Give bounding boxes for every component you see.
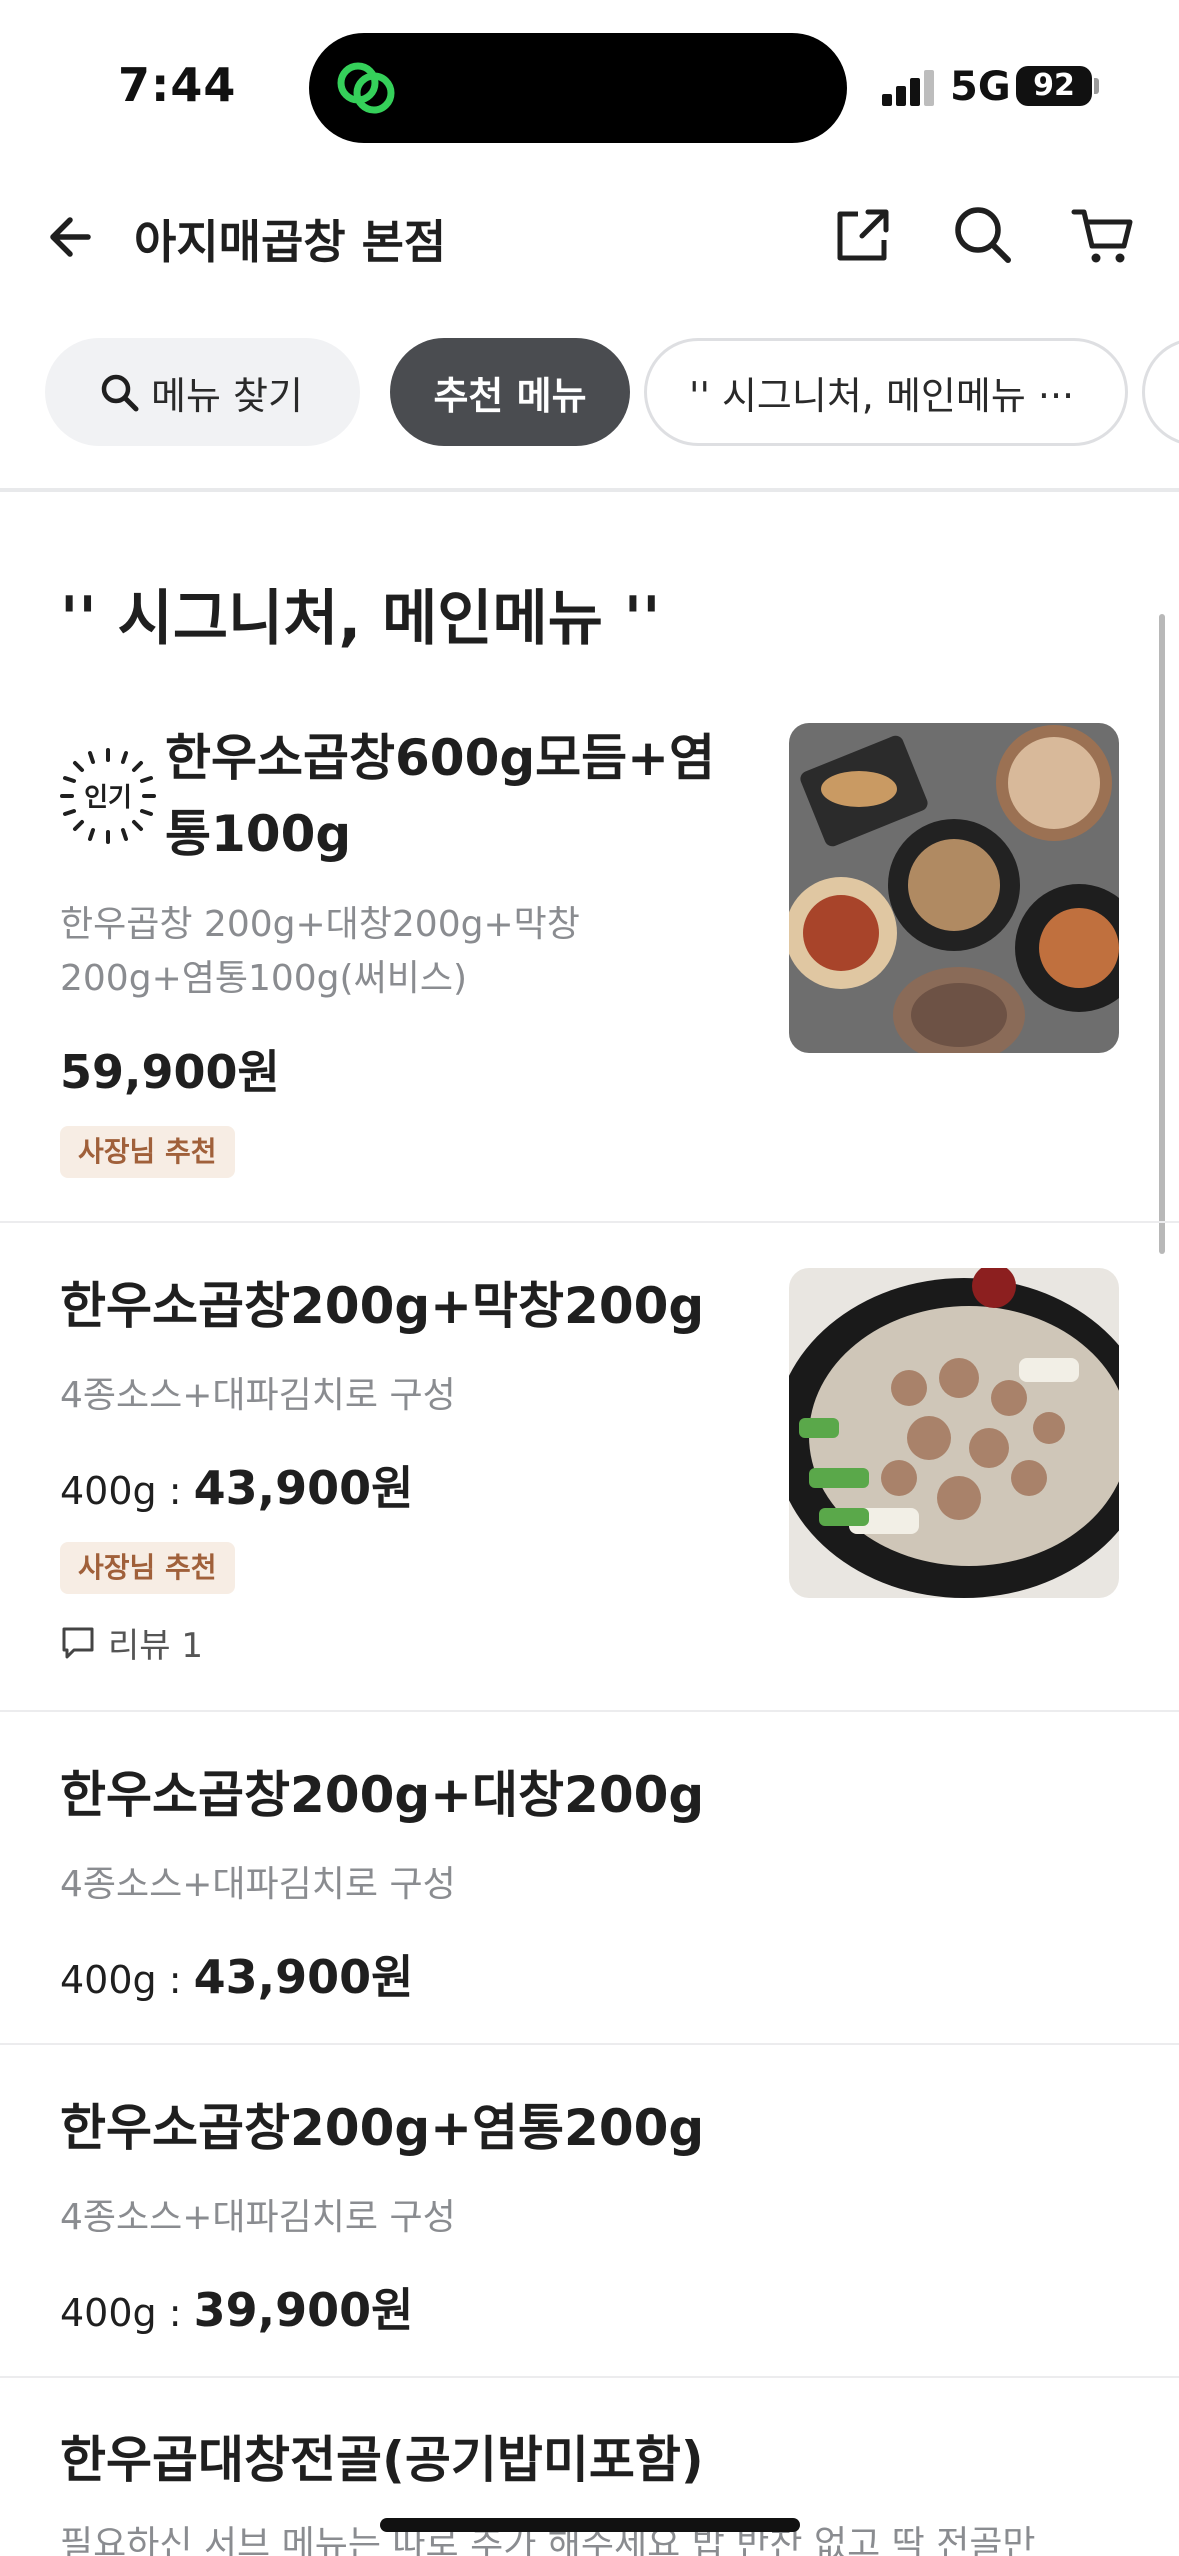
price-weight: 400g : [60,1469,194,1513]
header-divider [0,488,1179,492]
category-chips: 메뉴 찾기 추천 메뉴 '' 시그니처, 메인메뉴 ··· [0,336,1179,446]
item-name: 한우곱대창전골(공기밥미포함) [60,2431,704,2489]
dynamic-island [309,33,847,143]
share-icon[interactable] [828,200,898,270]
item-name: 한우소곱창200g+염통200g [60,2099,705,2157]
item-divider [0,2043,1179,2045]
price-value: 43,900원 [193,1950,414,2004]
comment-icon [62,1627,94,1658]
item-desc: 4종소스+대파김치로 구성 [60,1864,456,1905]
item-price: 400g : 43,900원 [60,1941,413,2007]
item-name: 한우소곱창200g+대창200g [60,1766,705,1824]
review-count[interactable]: 리뷰 1 [60,1618,203,1667]
back-arrow-icon[interactable] [40,202,110,272]
item-name: 한우소곱창600g모듬+염 [165,729,716,787]
item-divider [0,1710,1179,1712]
item-desc: 한우곱창 200g+대창200g+막창 [60,904,580,945]
item-desc: 4종소스+대파김치로 구성 [60,2197,456,2238]
search-icon[interactable] [948,200,1018,270]
network-type: 5G [950,64,1011,110]
item-photo[interactable] [789,1268,1119,1598]
home-indicator[interactable] [380,2518,800,2532]
chip-recommended[interactable]: 추천 메뉴 [390,338,630,446]
owner-pick-badge: 사장님 추천 [60,1542,235,1594]
review-label: 리뷰 1 [108,1626,203,1666]
item-divider [0,1221,1179,1223]
battery-tip [1094,78,1099,94]
price-value: 43,900원 [193,1461,414,1515]
popular-label: 인기 [84,783,132,813]
scrollbar[interactable] [1159,614,1165,1254]
item-name: 한우소곱창200g+막창200g [60,1277,705,1335]
price-weight: 400g : [60,2291,194,2335]
signal-icon [882,70,938,106]
app-header: 아지매곱창 본점 [0,180,1179,290]
item-price: 59,900원 [60,1045,280,1099]
price-weight: 400g : [60,1958,194,2002]
menu-search-chip[interactable]: 메뉴 찾기 [45,338,360,446]
popular-badge-icon: 인기 [60,748,156,844]
item-price: 400g : 39,900원 [60,2274,413,2340]
chip-signature[interactable]: '' 시그니처, 메인메뉴 ··· [644,338,1128,446]
price-value: 39,900원 [193,2283,414,2337]
store-title: 아지매곱창 본점 [134,215,447,269]
menu-search-label: 메뉴 찾기 [151,373,303,418]
battery-icon: 92 [1016,66,1092,106]
item-name-cont: 통100g [165,805,352,863]
item-desc-cont: 200g+염통100g(써비스) [60,958,467,999]
search-icon [101,374,139,412]
item-desc: 4종소스+대파김치로 구성 [60,1375,456,1416]
link-app-icon [337,62,395,114]
owner-pick-badge: 사장님 추천 [60,1126,235,1178]
cart-icon[interactable] [1068,200,1138,270]
chip-next[interactable] [1142,338,1179,446]
item-price: 400g : 43,900원 [60,1452,413,1518]
status-time: 7:44 [118,58,237,112]
item-divider [0,2376,1179,2378]
item-photo[interactable] [789,723,1119,1053]
section-title: '' 시그니처, 메인메뉴 '' [60,584,661,654]
status-bar: 7:44 5G 92 [0,0,1179,160]
